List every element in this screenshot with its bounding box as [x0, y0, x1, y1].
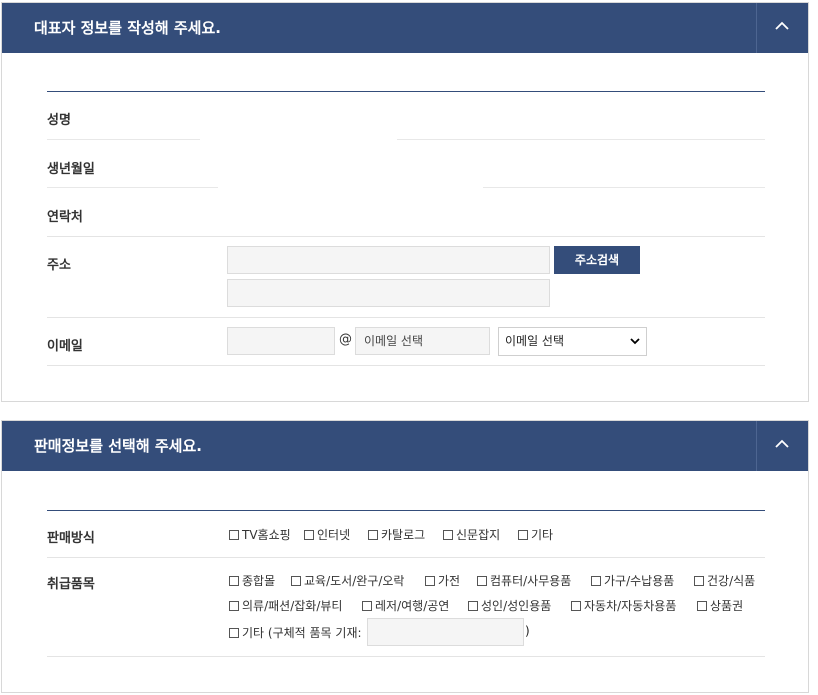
- checkbox[interactable]: [229, 575, 239, 586]
- sales-info-title: 판매정보를 선택해 주세요.: [34, 437, 202, 455]
- checkbox[interactable]: [291, 575, 301, 586]
- item-checkbox-general-mall[interactable]: 종합몰: [229, 572, 275, 589]
- checkbox-label: 상품권: [710, 599, 744, 613]
- checkbox[interactable]: [571, 600, 581, 611]
- checkbox-label: 성인/성인용품: [481, 599, 552, 613]
- rep-info-panel: 대표자 정보를 작성해 주세요. 성명 생년월일 연락처 주소 주소검색 이메일…: [1, 2, 809, 402]
- item-other-input[interactable]: [367, 618, 524, 646]
- checkbox[interactable]: [477, 575, 487, 586]
- method-checkbox-tv[interactable]: TV홈쇼핑: [229, 526, 291, 543]
- checkbox-label: 카탈로그: [381, 528, 426, 542]
- checkbox[interactable]: [362, 600, 372, 611]
- checkbox[interactable]: [518, 529, 528, 540]
- checkbox-label: 기타: [531, 528, 554, 542]
- checkbox-label: 인터넷: [317, 528, 351, 542]
- email-select-value: 이메일 선택: [505, 334, 565, 348]
- item-checkbox-fashion[interactable]: 의류/패션/잡화/뷰티: [229, 597, 342, 614]
- checkbox[interactable]: [591, 575, 601, 586]
- rep-info-title: 대표자 정보를 작성해 주세요.: [34, 19, 221, 37]
- method-checkbox-newspaper[interactable]: 신문잡지: [443, 526, 500, 543]
- item-checkbox-health[interactable]: 건강/식품: [694, 572, 755, 589]
- method-checkbox-other[interactable]: 기타: [518, 526, 553, 543]
- checkbox[interactable]: [443, 529, 453, 540]
- address-search-button[interactable]: 주소검색: [554, 246, 640, 274]
- address-detail-input[interactable]: [227, 279, 550, 307]
- item-checkbox-furniture[interactable]: 가구/수납용품: [591, 572, 674, 589]
- email-row: 이메일 @ 이메일 선택 이메일 선택: [47, 318, 765, 366]
- rep-info-collapse-button[interactable]: [756, 3, 808, 53]
- checkbox[interactable]: [425, 575, 435, 586]
- item-other-close-paren: ): [525, 624, 530, 638]
- item-checkbox-other[interactable]: 기타 (구체적 품목 기재:: [229, 624, 362, 641]
- method-checkbox-internet[interactable]: 인터넷: [304, 526, 350, 543]
- birth-label: 생년월일: [47, 162, 95, 177]
- checkbox-label: 신문잡지: [456, 528, 501, 542]
- email-domain-input[interactable]: 이메일 선택: [355, 327, 490, 355]
- item-checkbox-giftcard[interactable]: 상품권: [697, 597, 743, 614]
- item-checkbox-computer[interactable]: 컴퓨터/사무용품: [477, 572, 571, 589]
- sales-method-label: 판매방식: [47, 531, 95, 546]
- method-checkbox-catalog[interactable]: 카탈로그: [368, 526, 425, 543]
- checkbox[interactable]: [694, 575, 704, 586]
- checkbox-label: TV홈쇼핑: [242, 528, 291, 542]
- name-label: 성명: [47, 113, 71, 128]
- checkbox[interactable]: [229, 600, 239, 611]
- sales-info-collapse-button[interactable]: [756, 421, 808, 471]
- rep-info-header: 대표자 정보를 작성해 주세요.: [2, 3, 808, 53]
- checkbox[interactable]: [697, 600, 707, 611]
- item-checkbox-adult[interactable]: 성인/성인용품: [468, 597, 551, 614]
- checkbox-label: 의류/패션/잡화/뷰티: [242, 599, 343, 613]
- email-id-input[interactable]: [227, 327, 335, 355]
- email-domain-select[interactable]: 이메일 선택: [498, 327, 647, 356]
- item-checkbox-appliance[interactable]: 가전: [425, 572, 460, 589]
- checkbox[interactable]: [468, 600, 478, 611]
- checkbox-label: 자동차/자동차용품: [584, 599, 677, 613]
- checkbox-label: 건강/식품: [707, 574, 756, 588]
- birth-row: 생년월일: [47, 140, 765, 188]
- item-checkbox-automobile[interactable]: 자동차/자동차용품: [571, 597, 676, 614]
- sales-items-label: 취급품목: [47, 577, 95, 592]
- contact-row: 연락처: [47, 188, 765, 237]
- checkbox[interactable]: [304, 529, 314, 540]
- chevron-up-icon: [775, 439, 789, 448]
- checkbox-label: 컴퓨터/사무용품: [490, 574, 572, 588]
- chevron-up-icon: [775, 21, 789, 30]
- address-main-input[interactable]: [227, 246, 550, 274]
- checkbox-label: 종합몰: [242, 574, 276, 588]
- checkbox[interactable]: [229, 529, 239, 540]
- checkbox-label: 레저/여행/공연: [375, 599, 450, 613]
- checkbox-label: 기타 (구체적 품목 기재:: [242, 626, 362, 640]
- sales-method-row: 판매방식 TV홈쇼핑 인터넷 카탈로그 신문잡지 기타: [47, 511, 765, 558]
- email-label: 이메일: [47, 339, 83, 354]
- name-row: 성명: [47, 92, 765, 140]
- checkbox-label: 가전: [438, 574, 461, 588]
- address-label: 주소: [47, 258, 71, 273]
- checkbox[interactable]: [229, 627, 239, 638]
- email-at-sign: @: [339, 332, 352, 347]
- address-row: 주소 주소검색: [47, 237, 765, 318]
- item-checkbox-leisure[interactable]: 레저/여행/공연: [362, 597, 449, 614]
- checkbox-label: 가구/수납용품: [604, 574, 675, 588]
- checkbox-label: 교육/도서/완구/오락: [304, 574, 405, 588]
- item-checkbox-education[interactable]: 교육/도서/완구/오락: [291, 572, 404, 589]
- contact-label: 연락처: [47, 210, 83, 225]
- checkbox[interactable]: [368, 529, 378, 540]
- sales-info-panel: 판매정보를 선택해 주세요. 판매방식 TV홈쇼핑 인터넷 카탈로그 신문잡지 …: [1, 420, 809, 693]
- sales-items-row: 취급품목 종합몰 교육/도서/완구/오락 가전 컴퓨터/사무용품 가구/수납용품…: [47, 558, 765, 657]
- chevron-down-icon: [630, 338, 640, 345]
- sales-info-header: 판매정보를 선택해 주세요.: [2, 421, 808, 471]
